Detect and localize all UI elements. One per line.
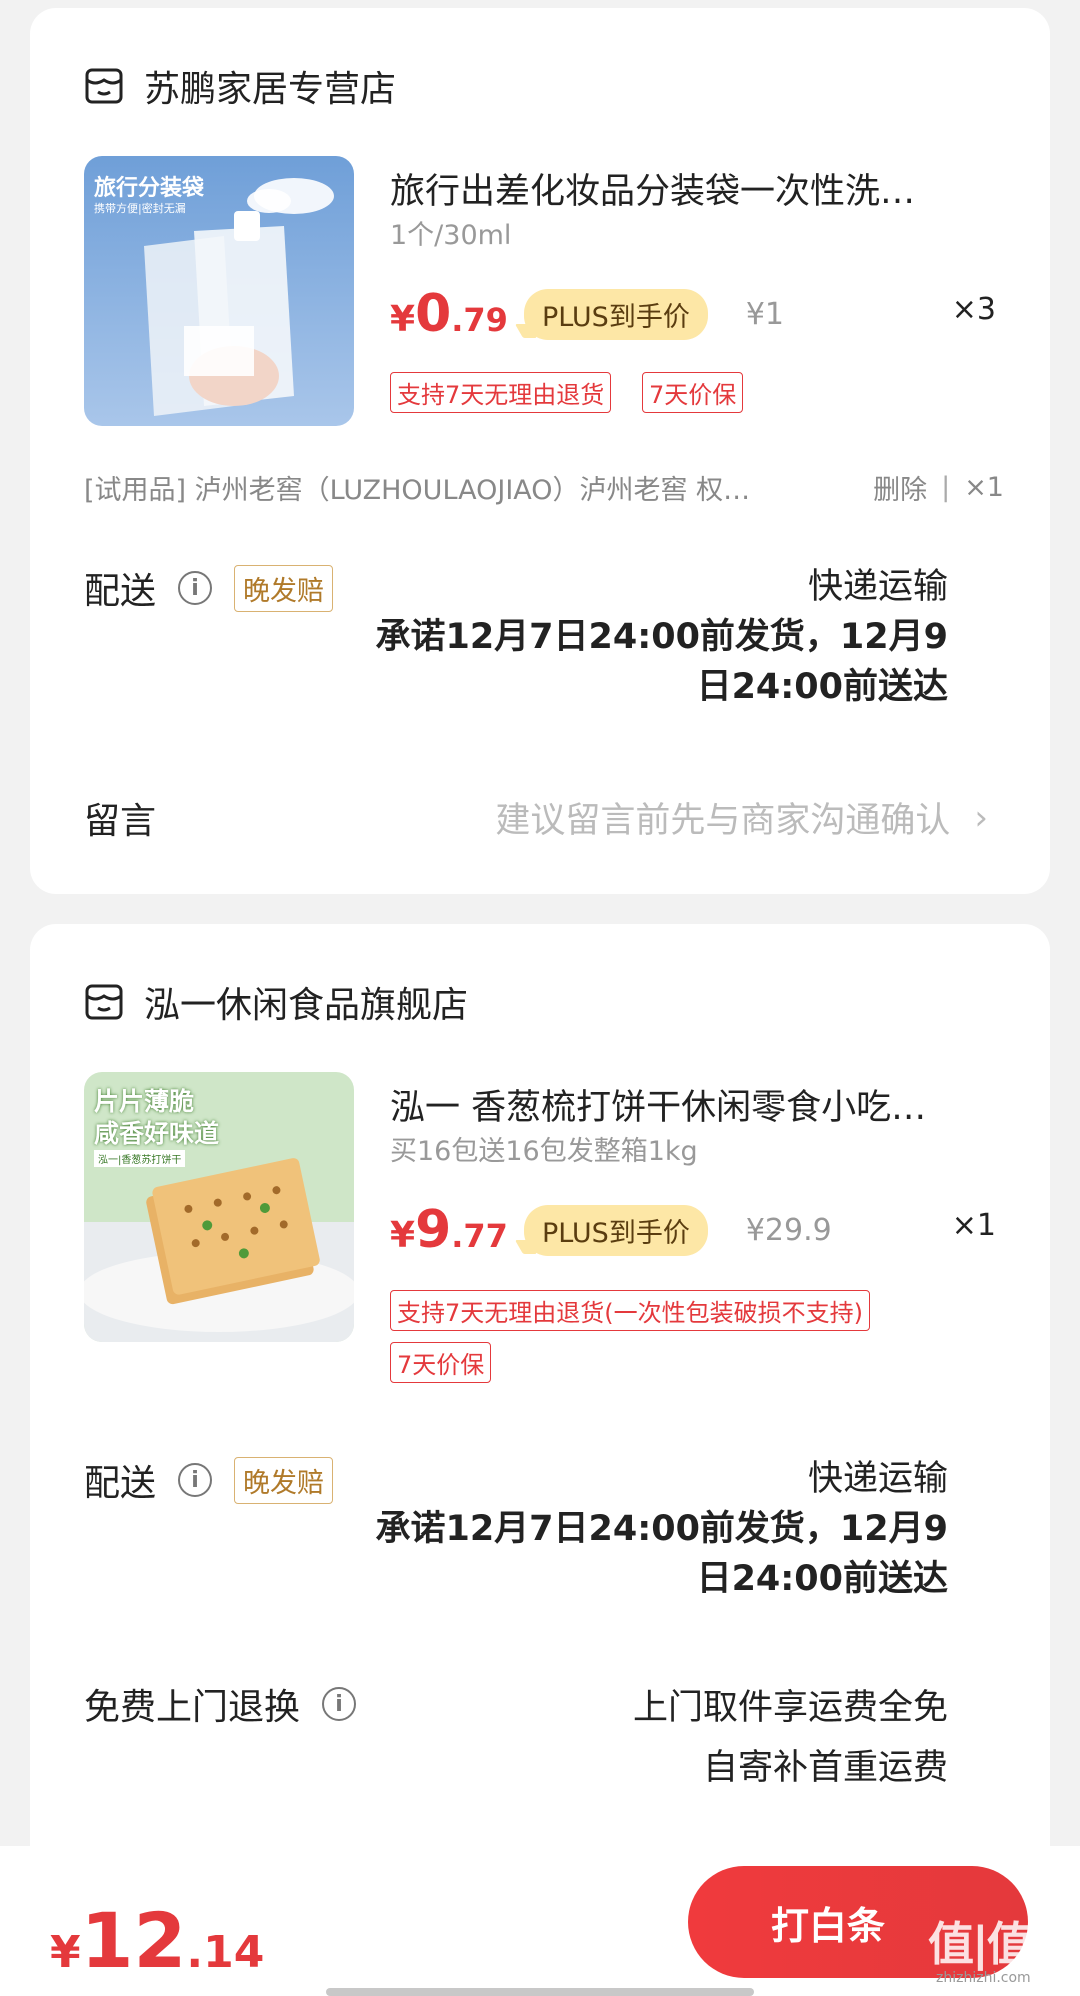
delivery-promise-line2: 日24:00前送达 [696,1559,948,1599]
free-return-line2: 自寄补首重运费 [702,1748,948,1788]
delivery-promise-line1: 承诺12月7日24:00前发货，12月9 [375,617,948,657]
image-caption: 片片薄脆 [94,1087,195,1116]
chevron-right-icon: › [974,797,988,838]
divider: | [941,472,951,503]
info-icon[interactable]: i [322,1687,357,1721]
remark-label: 留言 [84,801,157,842]
delivery-method: 快递运输 [807,1459,948,1499]
shop-name: 苏鹏家居专营店 [144,69,397,110]
late-compensation-badge: 晚发赔 [234,1456,334,1504]
late-compensation-badge: 晚发赔 [234,564,334,612]
image-subcaption: 泓一|香葱苏打饼干 [94,1150,186,1167]
original-price: ¥29.9 [745,1212,832,1248]
shop-name: 泓一休闲食品旗舰店 [144,985,469,1026]
quantity: ×3 [951,292,996,327]
info-icon[interactable]: i [178,1463,213,1497]
image-caption: 旅行分装袋 [94,176,205,201]
info-icon[interactable]: i [178,571,213,605]
trial-item-row: [试用品] 泸州老窖（LUZHOULAOJIAO）泸州老窖 权… 删除 | ×1 [84,468,1004,507]
price-row: ¥ 9 .77 PLUS到手价 ¥29.9 [390,1200,832,1260]
currency-symbol: ¥ [50,1927,81,1978]
trial-item-text: [试用品] 泸州老窖（LUZHOULAOJIAO）泸州老窖 权… [84,475,751,506]
delivery-row: 配送 i 晚发赔 [84,1454,334,1506]
delivery-label: 配送 [84,1463,157,1504]
product-image[interactable]: 旅行分装袋 携带方便|密封无漏 [84,156,354,426]
delivery-info[interactable]: 快递运输 承诺12月7日24:00前发货，12月9 日24:00前送达 [375,1454,948,1604]
order-total: ¥ 12 .14 [50,1896,264,1985]
store-icon [85,68,123,104]
plus-price-badge: PLUS到手价 [523,288,708,340]
store-card-1: 苏鹏家居专营店 旅行分装袋 携带方便|密封无漏 旅行出差化妆品分装袋一次性洗… … [30,8,1050,894]
plus-price-badge: PLUS到手价 [523,1204,708,1256]
delivery-row: 配送 i 晚发赔 [84,562,334,614]
original-price: ¥1 [745,296,785,332]
delivery-info[interactable]: 快递运输 承诺12月7日24:00前发货，12月9 日24:00前送达 [375,562,948,712]
product-title[interactable]: 泓一 香葱梳打饼干休闲零食小吃… [390,1079,990,1130]
free-return-row: 免费上门退换 i [84,1678,357,1730]
remark-input[interactable]: 建议留言前先与商家沟通确认 › [495,792,988,843]
delivery-label: 配送 [84,571,157,612]
free-return-label: 免费上门退换 [84,1687,301,1728]
store-icon [85,984,123,1020]
price-protect-tag: 7天价保 [390,1342,492,1383]
price-decimal: .79 [451,301,508,339]
shop-header[interactable]: 泓一休闲食品旗舰店 [84,976,468,1028]
total-decimal: .14 [186,1927,265,1978]
trial-qty: ×1 [964,472,1004,503]
shop-header[interactable]: 苏鹏家居专营店 [84,60,396,112]
return-policy-tag: 支持7天无理由退货(一次性包装破损不支持) [390,1290,870,1331]
price-integer: 0 [415,284,452,344]
store-card-2: 泓一休闲食品旗舰店 片片薄脆 咸香好味道 泓一|香葱苏打饼干 泓一 香葱梳打饼干… [30,924,1050,1996]
home-indicator[interactable] [326,1988,754,1996]
final-price: ¥ 9 .77 [390,1200,508,1260]
watermark-url: zhizhizhi.com [936,1970,1031,1986]
free-return-line1: 上门取件享运费全免 [632,1688,948,1728]
delivery-promise-line2: 日24:00前送达 [696,667,948,707]
currency-symbol: ¥ [390,1215,416,1256]
quantity: ×1 [951,1208,996,1243]
remark-placeholder: 建议留言前先与商家沟通确认 [495,801,951,841]
product-image[interactable]: 片片薄脆 咸香好味道 泓一|香葱苏打饼干 [84,1072,354,1342]
delivery-promise-line1: 承诺12月7日24:00前发货，12月9 [375,1509,948,1549]
price-protect-tag: 7天价保 [642,372,744,413]
product-title[interactable]: 旅行出差化妆品分装袋一次性洗… [390,163,990,214]
image-subcaption: 携带方便|密封无漏 [94,202,186,215]
delivery-method: 快递运输 [807,567,948,607]
return-policy-tag: 支持7天无理由退货 [390,372,612,413]
currency-symbol: ¥ [390,299,416,340]
price-integer: 9 [415,1200,452,1260]
image-caption-2: 咸香好味道 [94,1119,220,1148]
free-return-info[interactable]: 上门取件享运费全免 自寄补首重运费 [633,1678,948,1798]
final-price: ¥ 0 .79 [390,284,508,344]
price-row: ¥ 0 .79 PLUS到手价 ¥1 [390,284,784,344]
product-spec: 1个/30ml [390,220,512,251]
checkout-bar: ¥ 12 .14 打白条 值|值|值 zhizhizhi.com [0,1846,1080,1996]
price-decimal: .77 [451,1217,508,1255]
delete-trial-button[interactable]: 删除 [873,468,927,507]
total-integer: 12 [80,1896,187,1985]
product-spec: 买16包送16包发整箱1kg [390,1136,698,1167]
